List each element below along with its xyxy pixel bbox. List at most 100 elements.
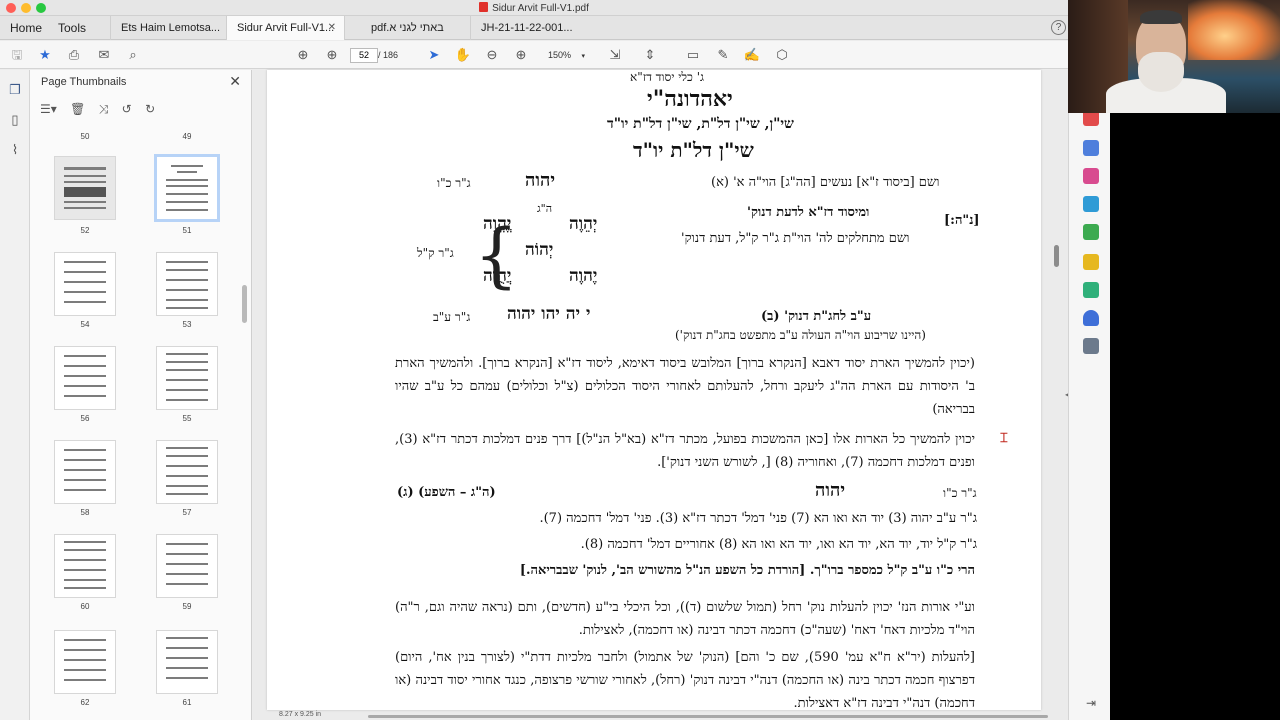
thumbnail-page[interactable]	[54, 156, 116, 220]
thumbnail-label: 58	[80, 508, 90, 517]
page-size-readout: 8.27 x 9.25 in	[279, 711, 322, 718]
thumbnail-page-selected[interactable]	[154, 154, 220, 222]
delete-page-icon[interactable]: 🗑	[70, 102, 85, 116]
tab-home[interactable]: Home	[0, 16, 48, 40]
next-page-icon[interactable]: ⊕	[323, 46, 341, 64]
comment-tool-icon[interactable]	[1083, 254, 1099, 270]
pdf-page: ג' כלי יסוד דז"א יאהדונה"י שי"ן, שי"ן דל…	[267, 70, 1041, 710]
tab-tools[interactable]: Tools	[48, 16, 100, 40]
thumbnail-page[interactable]	[156, 534, 218, 598]
thumbnail-page[interactable]	[156, 630, 218, 694]
scroll-mode-icon[interactable]: ⇕	[641, 46, 659, 64]
thumbnail-label: 62	[80, 698, 90, 707]
tab-document[interactable]: pdf.באתי לגני א	[344, 16, 470, 40]
thumbnail-page[interactable]	[54, 346, 116, 410]
thumbnail-label: 51	[182, 226, 192, 235]
doc-line: ג' כלי יסוד דז"א	[630, 70, 704, 84]
doc-line: ושם מתחלקים לה' הוי"ת ג"ר ק"ל, דעת דנוק'	[681, 231, 910, 246]
comment-icon[interactable]: ▭	[684, 46, 702, 64]
rotate-right-icon[interactable]: ↻	[145, 102, 155, 116]
thumbnail-page[interactable]	[54, 534, 116, 598]
more-tools-icon[interactable]: ⬡	[773, 46, 791, 64]
thumbnail-page[interactable]	[156, 346, 218, 410]
thumbnail-page[interactable]	[156, 252, 218, 316]
tab-document[interactable]: Ets Haim Lemotsa...	[110, 16, 226, 40]
chevron-down-icon: ▾	[581, 53, 586, 60]
thumbnail-page[interactable]	[156, 440, 218, 504]
doc-heading: יאהדונה"י	[647, 86, 733, 112]
document-horizontal-scrollbar[interactable]	[368, 715, 1048, 718]
doc-line: ג"ר ע"ב יהוה (3) יוד הא ואו הא (7) פני' …	[539, 511, 977, 526]
divine-name: י יה יהו יהוה	[507, 304, 591, 324]
search-icon[interactable]: ⌕	[124, 46, 142, 64]
combine-files-icon[interactable]	[1083, 140, 1099, 156]
thumbnails-panel: Page Thumbnails ✕ ☰▾ 🗑 ⤨ ↺ ↻ 50 49 52 51…	[30, 70, 252, 720]
text-cursor-icon: ⌶	[1000, 430, 1008, 445]
close-tab-icon[interactable]: ✕	[328, 16, 336, 40]
bookmark-star-icon[interactable]: ★	[36, 46, 54, 64]
doc-line: ג"ר ע"ב	[433, 310, 471, 324]
zoom-value: 150%	[548, 50, 572, 60]
tab-bar: Home Tools Ets Haim Lemotsa... Sidur Arv…	[0, 16, 1068, 40]
hand-tool-icon[interactable]: ✋	[454, 46, 472, 64]
thumbnail-label: 53	[182, 320, 192, 329]
page-thumbnails-icon[interactable]: ❐	[7, 82, 23, 98]
collapse-tools-icon[interactable]: ⇥	[1083, 696, 1099, 712]
doc-line: ה"ג	[537, 202, 553, 215]
black-margin	[1110, 113, 1280, 720]
rotate-left-icon[interactable]: ↺	[122, 102, 132, 116]
attachments-icon[interactable]: ⌇	[7, 142, 23, 158]
export-pdf-icon[interactable]	[1083, 196, 1099, 212]
document-vertical-scrollbar[interactable]	[1054, 245, 1059, 267]
webcam-video	[1068, 0, 1280, 113]
print-icon[interactable]: ⎙	[65, 46, 83, 64]
more-tools-rail-icon[interactable]	[1083, 338, 1099, 354]
divine-name: יהוה	[525, 170, 556, 191]
zoom-select[interactable]: 150% ▾	[540, 48, 592, 63]
extract-icon[interactable]: ⤨	[99, 102, 109, 116]
fill-sign-icon[interactable]	[1083, 282, 1099, 298]
title-bar: Sidur Arvit Full-V1.pdf	[0, 0, 1068, 16]
edit-pdf-icon[interactable]	[1083, 224, 1099, 240]
page-number-input[interactable]: 52	[350, 48, 378, 63]
tab-document[interactable]: JH-21-11-22-001...	[470, 16, 600, 40]
thumbnail-label: 52	[80, 226, 90, 235]
thumbnail-page[interactable]	[54, 440, 116, 504]
doc-line: הרי כ"ו ע"ב ק"ל כמספר ברו"ך. [הורדת כל ה…	[519, 563, 975, 578]
highlight-pen-icon[interactable]: ✎	[714, 46, 732, 64]
thumbnail-label: 57	[182, 508, 192, 517]
thumbnail-label: 55	[182, 414, 192, 423]
pdf-icon	[479, 2, 489, 12]
page-fit-icon[interactable]: ⇲	[604, 46, 626, 64]
select-cursor-icon[interactable]: ➤	[425, 46, 443, 64]
close-panel-icon[interactable]: ✕	[229, 73, 241, 90]
sign-icon[interactable]: ✍	[743, 46, 761, 64]
options-menu-icon[interactable]: ☰▾	[40, 102, 57, 116]
tab-document-active[interactable]: Sidur Arvit Full-V1... ✕	[226, 16, 344, 40]
zoom-out-icon[interactable]: ⊖	[483, 46, 501, 64]
save-icon[interactable]: 🖫	[8, 46, 26, 64]
doc-paragraph: יכוין להמשיך כל הארות אלו [כאן ההמשכות ב…	[395, 432, 975, 470]
thumbnail-page[interactable]	[54, 252, 116, 316]
window-title-text: Sidur Arvit Full-V1.pdf	[492, 3, 589, 14]
protect-icon[interactable]	[1083, 310, 1099, 326]
thumbnail-page[interactable]	[54, 630, 116, 694]
doc-paragraph: (יכוין להמשיך הארת יסוד דאבא [הנקרא ברוך…	[395, 356, 975, 417]
thumbnail-label: 61	[182, 698, 192, 707]
bookmarks-icon[interactable]: ▯	[7, 112, 23, 128]
window-title: Sidur Arvit Full-V1.pdf	[0, 2, 1068, 14]
thumbnails-scrollbar[interactable]	[242, 285, 247, 323]
doc-line: ע"ב לחג"ת דנוק' (ב)	[761, 309, 872, 324]
thumbnail-label: 56	[80, 414, 90, 423]
app-window: Sidur Arvit Full-V1.pdf Home Tools Ets H…	[0, 0, 1280, 720]
previous-page-icon[interactable]: ⊕	[294, 46, 312, 64]
doc-line: ג"ר כ"ו	[943, 486, 977, 500]
tab-label: Ets Haim Lemotsa...	[121, 22, 221, 34]
doc-line: ג"ר ק"ל	[417, 246, 454, 260]
doc-line: ושם [ביסוד ז"א] נעשים [הה"ג] הוי"ה א' (א…	[711, 175, 940, 190]
organize-pages-icon[interactable]	[1083, 168, 1099, 184]
help-button[interactable]: ?	[1051, 20, 1066, 35]
document-viewport: ג' כלי יסוד דז"א יאהדונה"י שי"ן, שי"ן דל…	[253, 70, 1068, 720]
zoom-in-icon[interactable]: ⊕	[512, 46, 530, 64]
email-icon[interactable]: ✉	[95, 46, 113, 64]
